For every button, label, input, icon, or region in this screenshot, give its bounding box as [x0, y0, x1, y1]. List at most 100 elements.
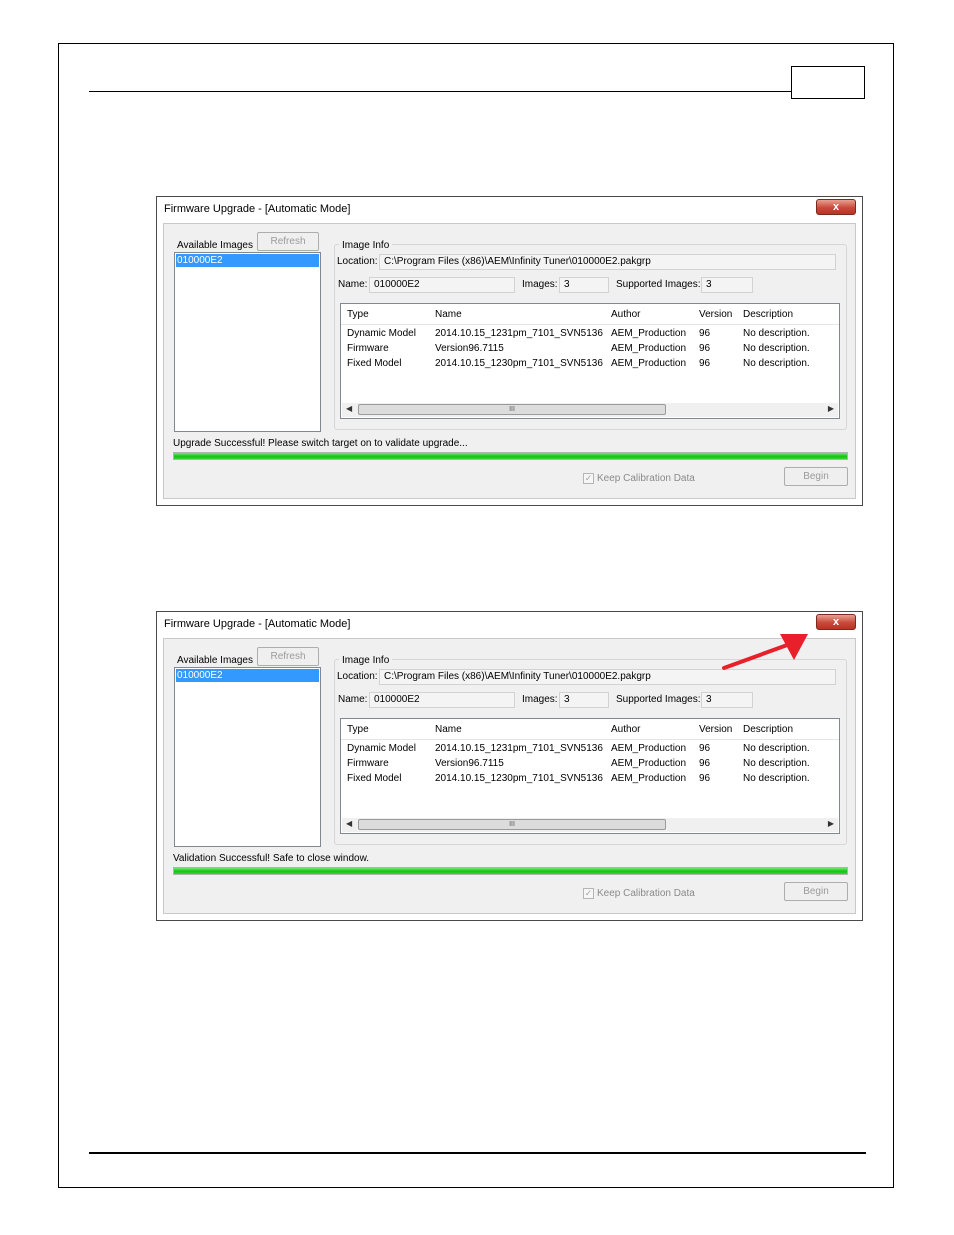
firmware-upgrade-dialog-1: Firmware Upgrade - [Automatic Mode] x Av… [156, 196, 863, 506]
cell-version: 96 [699, 343, 711, 354]
cell-description: No description. [743, 358, 810, 369]
dialog-body: Available Images Refresh 010000E2 Image … [163, 223, 856, 499]
list-item[interactable]: 010000E2 [176, 669, 319, 682]
column-header-author[interactable]: Author [611, 309, 640, 320]
cell-version: 96 [699, 773, 711, 784]
cell-version: 96 [699, 743, 711, 754]
image-table[interactable]: Type Name Author Version Description Dyn… [340, 303, 840, 419]
cell-type: Dynamic Model [347, 328, 416, 339]
scroll-thumb[interactable]: III [358, 404, 666, 415]
available-images-list[interactable]: 010000E2 [174, 252, 321, 432]
image-info-group: Image Info Location: C:\Program Files (x… [334, 655, 847, 845]
status-text: Validation Successful! Safe to close win… [173, 853, 370, 864]
scroll-left-icon[interactable]: ◀ [346, 404, 352, 413]
column-header-version[interactable]: Version [699, 724, 732, 735]
column-header-version[interactable]: Version [699, 309, 732, 320]
cell-description: No description. [743, 343, 810, 354]
cell-name: 2014.10.15_1230pm_7101_SVN5136 [435, 773, 603, 784]
cell-description: No description. [743, 758, 810, 769]
horizontal-scrollbar[interactable]: ◀ III ▶ [342, 818, 838, 832]
cell-author: AEM_Production [611, 358, 687, 369]
available-images-label: Available Images [177, 655, 253, 666]
column-header-name[interactable]: Name [435, 724, 462, 735]
begin-button[interactable]: Begin [784, 882, 848, 901]
cell-name: 2014.10.15_1231pm_7101_SVN5136 [435, 743, 603, 754]
image-table[interactable]: Type Name Author Version Description Dyn… [340, 718, 840, 834]
close-button[interactable]: x [816, 614, 856, 630]
cell-version: 96 [699, 758, 711, 769]
name-field[interactable]: 010000E2 [369, 692, 515, 708]
page-number-box [791, 66, 865, 99]
list-item[interactable]: 010000E2 [176, 254, 319, 267]
column-header-author[interactable]: Author [611, 724, 640, 735]
dialog-title: Firmware Upgrade - [Automatic Mode] [164, 618, 351, 630]
scroll-thumb[interactable]: III [358, 819, 666, 830]
name-field[interactable]: 010000E2 [369, 277, 515, 293]
image-info-group: Image Info Location: C:\Program Files (x… [334, 240, 847, 430]
cell-author: AEM_Production [611, 758, 687, 769]
supported-images-field[interactable]: 3 [701, 277, 753, 293]
images-count-field[interactable]: 3 [559, 277, 609, 293]
keep-calibration-label: Keep Calibration Data [597, 473, 695, 484]
progress-fill [174, 868, 847, 874]
images-count-field[interactable]: 3 [559, 692, 609, 708]
cell-version: 96 [699, 358, 711, 369]
cell-description: No description. [743, 328, 810, 339]
available-images-label: Available Images [177, 240, 253, 251]
status-text: Upgrade Successful! Please switch target… [173, 438, 468, 449]
name-label: Name: [338, 279, 368, 290]
column-header-description[interactable]: Description [743, 724, 793, 735]
column-header-type[interactable]: Type [347, 724, 369, 735]
red-arrow-annotation [722, 634, 808, 670]
name-label: Name: [338, 694, 368, 705]
keep-calibration-label: Keep Calibration Data [597, 888, 695, 899]
image-info-label: Image Info [339, 240, 393, 251]
location-field[interactable]: C:\Program Files (x86)\AEM\Infinity Tune… [379, 254, 836, 270]
refresh-button[interactable]: Refresh [257, 647, 319, 666]
refresh-button[interactable]: Refresh [257, 232, 319, 251]
supported-images-label: Supported Images: [616, 694, 701, 705]
images-count-label: Images: [522, 694, 558, 705]
cell-name: Version96.7115 [435, 343, 504, 354]
keep-calibration-checkbox[interactable]: ✓ [583, 888, 594, 899]
cell-author: AEM_Production [611, 743, 687, 754]
header-rule [89, 91, 791, 92]
supported-images-label: Supported Images: [616, 279, 701, 290]
cell-name: 2014.10.15_1231pm_7101_SVN5136 [435, 328, 603, 339]
cell-type: Firmware [347, 758, 389, 769]
dialog-title: Firmware Upgrade - [Automatic Mode] [164, 203, 351, 215]
cell-version: 96 [699, 328, 711, 339]
table-header: Type Name Author Version Description [341, 304, 839, 325]
progress-bar [173, 867, 848, 875]
cell-author: AEM_Production [611, 343, 687, 354]
cell-name: 2014.10.15_1230pm_7101_SVN5136 [435, 358, 603, 369]
cell-author: AEM_Production [611, 773, 687, 784]
location-label: Location: [337, 671, 378, 682]
cell-author: AEM_Production [611, 328, 687, 339]
cell-description: No description. [743, 743, 810, 754]
cell-type: Fixed Model [347, 773, 402, 784]
progress-bar [173, 452, 848, 460]
cell-type: Fixed Model [347, 358, 402, 369]
scroll-left-icon[interactable]: ◀ [346, 819, 352, 828]
images-count-label: Images: [522, 279, 558, 290]
scroll-right-icon[interactable]: ▶ [828, 819, 834, 828]
column-header-type[interactable]: Type [347, 309, 369, 320]
image-info-label: Image Info [339, 655, 393, 666]
column-header-description[interactable]: Description [743, 309, 793, 320]
begin-button[interactable]: Begin [784, 467, 848, 486]
available-images-list[interactable]: 010000E2 [174, 667, 321, 847]
cell-name: Version96.7115 [435, 758, 504, 769]
horizontal-scrollbar[interactable]: ◀ III ▶ [342, 403, 838, 417]
scroll-right-icon[interactable]: ▶ [828, 404, 834, 413]
cell-type: Firmware [347, 343, 389, 354]
column-header-name[interactable]: Name [435, 309, 462, 320]
table-header: Type Name Author Version Description [341, 719, 839, 740]
supported-images-field[interactable]: 3 [701, 692, 753, 708]
footer-rule [89, 1152, 866, 1154]
dialog-body: Available Images Refresh 010000E2 Image … [163, 638, 856, 914]
close-button[interactable]: x [816, 199, 856, 215]
cell-description: No description. [743, 773, 810, 784]
keep-calibration-checkbox[interactable]: ✓ [583, 473, 594, 484]
cell-type: Dynamic Model [347, 743, 416, 754]
